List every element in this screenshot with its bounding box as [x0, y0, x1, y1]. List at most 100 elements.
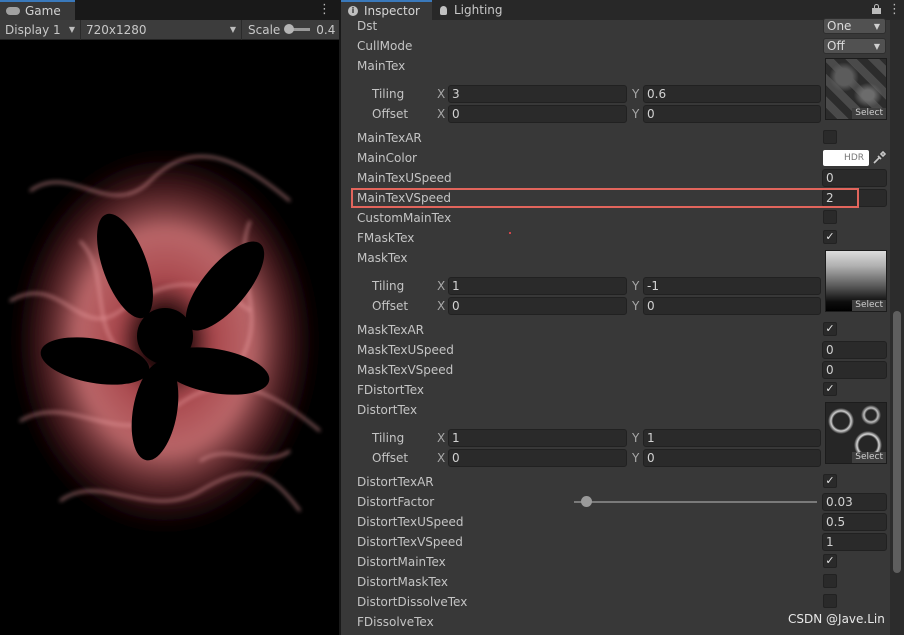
maintex-tiling-label: Tiling [372, 87, 405, 101]
scale-slider-knob[interactable] [284, 24, 295, 34]
distorttexuspeed-field[interactable]: 0.5 [822, 513, 887, 531]
custommaintex-checkbox[interactable] [823, 210, 837, 224]
kebab-menu-icon[interactable]: ⋮ [318, 2, 331, 17]
masktexvspeed-label: MaskTexVSpeed [357, 363, 454, 377]
game-tab-bar: Game ⋮ [0, 0, 339, 20]
inspector-panel: i Inspector Lighting ⋮ Dst One ▼ CullMod… [341, 0, 904, 635]
maintex-tiling-y-field[interactable]: 0.6 [643, 85, 821, 103]
distorttex-offset-x-field[interactable]: 0 [448, 449, 627, 467]
inspector-scrollbar[interactable] [890, 20, 904, 635]
tab-inspector[interactable]: i Inspector [341, 0, 432, 20]
display-value: Display 1 [5, 22, 61, 37]
axis-y-label: Y [632, 299, 640, 313]
distorttex-tiling-x-field[interactable]: 1 [448, 429, 627, 447]
distortmaintex-checkbox[interactable]: ✓ [823, 554, 837, 568]
cullmode-label: CullMode [357, 39, 413, 53]
maintexuspeed-field[interactable]: 0 [822, 169, 887, 187]
tab-inspector-label: Inspector [364, 4, 420, 18]
dst-value: One [827, 19, 852, 33]
masktex-tiling-y-field[interactable]: -1 [643, 277, 821, 295]
distorttex-tiling-label: Tiling [372, 431, 405, 445]
axis-y-label: Y [632, 107, 640, 121]
maintexuspeed-label: MainTexUSpeed [357, 171, 452, 185]
axis-x-label: X [437, 279, 446, 293]
fmasktex-label: FMaskTex [357, 231, 415, 245]
lock-icon[interactable] [872, 4, 881, 14]
maintex-tiling-x-field[interactable]: 3 [448, 85, 627, 103]
maintex-offset-y-field[interactable]: 0 [643, 105, 821, 123]
masktex-offset-y-field[interactable]: 0 [643, 297, 821, 315]
axis-x-label: X [437, 107, 446, 121]
fdistorttex-checkbox[interactable]: ✓ [823, 382, 837, 396]
cullmode-value: Off [827, 39, 845, 53]
chevron-down-icon: ▼ [229, 25, 236, 34]
kebab-menu-icon[interactable]: ⋮ [888, 2, 901, 17]
tab-lighting-label: Lighting [454, 3, 503, 17]
distorttex-select-button[interactable]: Select [852, 452, 886, 463]
masktex-offset-x-field[interactable]: 0 [448, 297, 627, 315]
masktex-thumbnail[interactable]: Select [825, 250, 887, 312]
maincolor-label: MainColor [357, 151, 417, 165]
distortmasktex-checkbox[interactable] [823, 574, 837, 588]
watermark: CSDN @Jave.Lin [788, 612, 885, 626]
masktexuspeed-field[interactable]: 0 [822, 341, 887, 359]
custommaintex-label: CustomMainTex [357, 211, 452, 225]
fmasktex-checkbox[interactable]: ✓ [823, 230, 837, 244]
masktexvspeed-field[interactable]: 0 [822, 361, 887, 379]
game-toolbar: Display 1 ▼ 720x1280 ▼ Scale 0.4 [0, 19, 339, 40]
axis-y-label: Y [632, 279, 640, 293]
flower-effect-render [0, 41, 339, 635]
axis-y-label: Y [632, 87, 640, 101]
tab-game[interactable]: Game [0, 0, 75, 20]
game-viewport[interactable] [0, 41, 339, 635]
scale-label: Scale [248, 22, 281, 37]
tab-lighting[interactable]: Lighting [434, 0, 520, 20]
distorttexvspeed-field[interactable]: 1 [822, 533, 887, 551]
distortfactor-field[interactable]: 0.03 [822, 493, 887, 511]
masktexar-checkbox[interactable]: ✓ [823, 322, 837, 336]
chevron-down-icon: ▼ [873, 42, 880, 51]
distorttex-tiling-y-field[interactable]: 1 [643, 429, 821, 447]
distortdissolvetex-checkbox[interactable] [823, 594, 837, 608]
highlight-box [351, 188, 859, 208]
masktex-tiling-label: Tiling [372, 279, 405, 293]
maintex-thumbnail[interactable]: Select [825, 58, 887, 120]
distortfactor-slider[interactable] [574, 501, 817, 503]
distorttexar-label: DistortTexAR [357, 475, 434, 489]
distorttex-offset-y-field[interactable]: 0 [643, 449, 821, 467]
axis-y-label: Y [632, 451, 640, 465]
scale-control: Scale 0.4 [242, 23, 335, 37]
masktex-tiling-x-field[interactable]: 1 [448, 277, 627, 295]
cullmode-dropdown[interactable]: Off ▼ [823, 38, 886, 54]
resolution-dropdown[interactable]: 720x1280 ▼ [81, 19, 242, 40]
masktex-offset-label: Offset [372, 299, 409, 313]
axis-x-label: X [437, 299, 446, 313]
distorttex-offset-label: Offset [372, 451, 409, 465]
dst-dropdown[interactable]: One ▼ [823, 18, 886, 34]
masktex-select-button[interactable]: Select [852, 300, 886, 311]
distorttexar-checkbox[interactable]: ✓ [823, 474, 837, 488]
fdistorttex-label: FDistortTex [357, 383, 424, 397]
distortdissolvetex-label: DistortDissolveTex [357, 595, 468, 609]
cursor-dot [509, 232, 511, 234]
scrollbar-thumb[interactable] [893, 311, 901, 573]
display-dropdown[interactable]: Display 1 ▼ [0, 19, 81, 40]
distortmaintex-label: DistortMainTex [357, 555, 446, 569]
maintex-offset-label: Offset [372, 107, 409, 121]
gamepad-icon [6, 7, 20, 15]
maintexar-checkbox[interactable] [823, 130, 837, 144]
maintexar-label: MainTexAR [357, 131, 422, 145]
distortfactor-label: DistortFactor [357, 495, 435, 509]
distorttex-thumbnail[interactable]: Select [825, 402, 887, 464]
maintex-offset-x-field[interactable]: 0 [448, 105, 627, 123]
scale-slider[interactable] [284, 24, 311, 34]
inspector-tab-bar: i Inspector Lighting ⋮ [341, 0, 904, 20]
maincolor-field[interactable]: HDR [823, 150, 869, 166]
distortfactor-slider-knob[interactable] [581, 496, 592, 507]
eyedropper-icon[interactable] [872, 151, 886, 165]
axis-y-label: Y [632, 431, 640, 445]
fdissolvetex-label: FDissolveTex [357, 615, 434, 629]
maintex-select-button[interactable]: Select [852, 108, 886, 119]
axis-x-label: X [437, 87, 446, 101]
axis-x-label: X [437, 431, 446, 445]
